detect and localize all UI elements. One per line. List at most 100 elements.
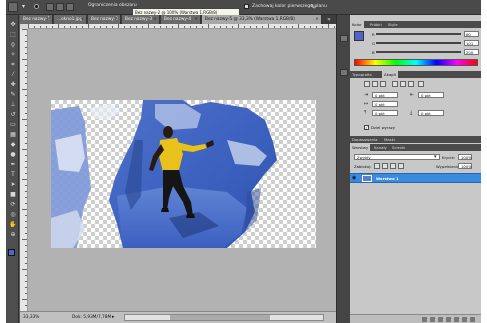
brush-size-icon[interactable] — [34, 4, 39, 9]
close-icon[interactable]: × — [194, 15, 198, 24]
actions-panel-icon[interactable] — [340, 69, 348, 76]
delete-layer-icon[interactable] — [470, 317, 475, 322]
quick-select-icon[interactable]: ✧ — [9, 51, 17, 58]
3d-rotate-icon[interactable]: ⟳ — [9, 201, 17, 208]
hand-icon[interactable]: ✋ — [9, 221, 17, 228]
close-icon[interactable]: × — [80, 15, 84, 24]
sampling-swatch-icon[interactable] — [66, 3, 74, 11]
tab-warstwy[interactable]: Warstwy — [350, 144, 371, 151]
clone-stamp-icon[interactable]: ⊥ — [9, 101, 17, 108]
indent-right-input[interactable]: 0 pkt — [418, 92, 444, 98]
align-center-icon[interactable] — [372, 81, 378, 87]
layer-name[interactable]: Warstwa 1 — [376, 176, 399, 181]
pen-icon[interactable]: ✒ — [9, 161, 17, 168]
justify-all-icon[interactable] — [418, 81, 424, 87]
shape-icon[interactable]: ■ — [9, 191, 17, 198]
tabs-overflow-icon[interactable]: » — [324, 15, 334, 24]
new-group-icon[interactable] — [454, 317, 459, 322]
tab-maski[interactable]: Maski — [382, 136, 397, 143]
close-icon[interactable]: × — [46, 15, 50, 24]
r-slider[interactable] — [376, 33, 461, 35]
status-menu-arrow-icon[interactable]: ▸ — [112, 315, 116, 320]
opacity-input[interactable]: 100% — [458, 154, 472, 160]
chevron-down-icon[interactable]: ▾ — [434, 154, 440, 160]
doc-tab[interactable]: Bez nazwy-2 × — [88, 15, 121, 24]
tab-dopasowania[interactable]: Dopasowania — [350, 136, 380, 143]
add-mask-icon[interactable] — [438, 317, 443, 322]
3d-camera-icon[interactable]: ◎ — [9, 211, 17, 218]
color-spectrum-bar[interactable] — [354, 59, 478, 66]
align-right-icon[interactable] — [380, 81, 386, 87]
history-panel-icon[interactable] — [340, 35, 348, 42]
blur-icon[interactable]: ◆ — [9, 141, 17, 148]
document-canvas[interactable] — [51, 100, 316, 248]
sampling-continuous-icon[interactable] — [46, 3, 54, 11]
lock-all-icon[interactable] — [398, 163, 404, 169]
tool-preset-chevron-icon[interactable]: ▾ — [22, 4, 29, 10]
marquee-icon[interactable]: ⬚ — [9, 31, 17, 38]
close-icon[interactable]: × — [315, 15, 319, 24]
tab-style[interactable]: Style — [386, 21, 400, 28]
history-brush-icon[interactable]: ↺ — [9, 111, 17, 118]
hyphenate-checkbox[interactable]: ✓ — [364, 125, 369, 130]
b-slider[interactable] — [376, 51, 461, 53]
space-after-input[interactable]: 0 pkt — [418, 110, 444, 116]
doc-tab[interactable]: Bez nazwy-4 × — [161, 15, 201, 24]
tab-kolor[interactable]: Kolor — [350, 21, 364, 28]
first-line-indent-input[interactable]: 0 pkt — [372, 101, 398, 107]
close-icon[interactable]: × — [114, 15, 118, 24]
space-before-input[interactable]: 0 pkt — [372, 110, 398, 116]
healing-icon[interactable]: ✚ — [9, 81, 17, 88]
gradient-icon[interactable]: ▦ — [9, 131, 17, 138]
tab-akapit[interactable]: Akapit — [382, 71, 399, 78]
dodge-icon[interactable]: ● — [9, 151, 17, 158]
protect-foreground-checkbox[interactable] — [244, 4, 249, 9]
b-value-input[interactable]: 200 — [464, 49, 479, 55]
lock-transparent-icon[interactable] — [374, 163, 380, 169]
align-left-icon[interactable] — [364, 81, 370, 87]
tab-sciezki[interactable]: Ścieżki — [390, 144, 407, 151]
move-icon[interactable]: ✥ — [9, 21, 17, 28]
layer-thumbnail[interactable] — [362, 175, 372, 182]
layer-style-icon[interactable] — [430, 317, 435, 322]
blend-mode-select[interactable]: Zwykły — [354, 154, 440, 160]
sampling-once-icon[interactable] — [56, 3, 64, 11]
eraser-icon[interactable]: ▭ — [9, 121, 17, 128]
toolbox-foreground-color[interactable] — [8, 249, 15, 256]
zoom-level[interactable]: 33,33% — [23, 315, 39, 320]
tab-kanaly[interactable]: Kanały — [372, 144, 389, 151]
eye-icon[interactable]: ◉ — [352, 176, 357, 181]
indent-left-input[interactable]: 0 pkt — [372, 92, 398, 98]
tab-typografia[interactable]: Typografia — [350, 71, 374, 78]
layer-row-selected[interactable]: ◉ Warstwa 1 — [350, 173, 481, 183]
workspace[interactable] — [28, 29, 336, 311]
r-value-input[interactable]: 80 — [464, 31, 479, 37]
justify-left-icon[interactable] — [392, 81, 398, 87]
lock-position-icon[interactable] — [390, 163, 396, 169]
doc-tab[interactable]: Bez nazwy-3 × — [122, 15, 160, 24]
fill-input[interactable]: 100% — [458, 163, 472, 169]
zoom-icon[interactable]: ⊕ — [9, 231, 17, 238]
type-icon[interactable]: T — [9, 171, 17, 178]
ruler-vertical[interactable] — [20, 29, 28, 311]
close-icon[interactable]: × — [153, 15, 157, 24]
g-slider[interactable] — [376, 42, 461, 44]
eyedropper-icon[interactable]: ⁄ — [9, 71, 17, 78]
lasso-icon[interactable]: ϙ — [9, 41, 17, 48]
lock-pixels-icon[interactable] — [382, 163, 388, 169]
doc-tab[interactable]: Bez nazwy-1 × — [20, 15, 53, 24]
foreground-swatch[interactable] — [354, 31, 364, 41]
doc-tab-active[interactable]: Bez nazwy-5 @ 33,3% (Warstwa 1,RGB/8) × — [202, 15, 322, 24]
scrollbar-thumb[interactable] — [170, 315, 270, 320]
brush-icon[interactable]: ✎ — [9, 91, 17, 98]
current-tool-icon[interactable] — [8, 2, 18, 12]
g-value-input[interactable]: 101 — [464, 40, 479, 46]
link-layers-icon[interactable] — [422, 317, 427, 322]
tablet-pressure-icon[interactable]: ✎ — [310, 3, 318, 11]
new-layer-icon[interactable] — [462, 317, 467, 322]
justify-center-icon[interactable] — [400, 81, 406, 87]
doc-tab[interactable]: ...okno1.jpg × — [54, 15, 87, 24]
tab-probki[interactable]: Próbki — [368, 21, 384, 28]
path-select-icon[interactable]: ➤ — [9, 181, 17, 188]
adjustment-layer-icon[interactable] — [446, 317, 451, 322]
